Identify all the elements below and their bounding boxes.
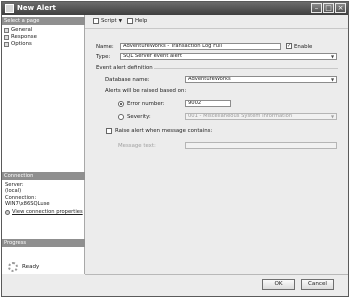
close-button[interactable]: × (335, 3, 346, 13)
progress-status: Ready (8, 262, 39, 272)
help-icon (127, 18, 133, 24)
error-number-radio[interactable] (118, 101, 124, 107)
connection-header: Connection (2, 172, 85, 180)
page-label: General (11, 27, 33, 33)
alert-app-icon (5, 4, 14, 13)
progress-header: Progress (2, 239, 85, 247)
type-label: Type: (96, 54, 111, 60)
severity-select[interactable]: 001 - Miscellaneous System Information ▼ (185, 113, 337, 120)
raised-based-on-label: Alerts will be raised based on: (105, 88, 187, 94)
script-icon (93, 18, 99, 24)
select-page-header: Select a page (2, 17, 85, 25)
ok-button[interactable]: OK (262, 279, 295, 290)
toolbar: Script ▼ Help (85, 15, 348, 29)
message-text-input[interactable] (185, 142, 337, 149)
new-alert-dialog: New Alert – □ × Select a page General Re… (1, 1, 349, 297)
severity-radio[interactable] (118, 114, 124, 120)
page-label: Options (11, 41, 32, 47)
name-input[interactable]: AdventureWorks - Transaction Log Full (120, 43, 281, 50)
name-label: Name: (96, 44, 114, 50)
link-label: View connection properties (12, 209, 83, 215)
severity-value: 001 - Miscellaneous System Information (188, 113, 293, 119)
help-label: Help (135, 18, 148, 24)
script-label: Script (101, 18, 117, 24)
progress-status-text: Ready (22, 264, 40, 270)
connection-value: WIN7\x86SQLuse (5, 201, 50, 207)
properties-icon (5, 209, 10, 215)
progress-spinner-icon (8, 262, 18, 272)
view-connection-properties-link[interactable]: View connection properties (5, 209, 83, 215)
chevron-down-icon: ▼ (330, 54, 335, 59)
page-label: Response (11, 34, 37, 40)
error-number-label: Error number: (127, 101, 165, 107)
help-button[interactable]: Help (127, 18, 147, 24)
page-item-general[interactable]: General (4, 27, 32, 33)
page-item-options[interactable]: Options (4, 41, 32, 47)
database-label: Database name: (105, 77, 150, 83)
left-panel: Select a page General Response Options C… (2, 15, 85, 274)
raise-alert-checkbox[interactable] (106, 128, 112, 134)
group-divider (154, 68, 338, 69)
type-value: SQL Server event alert (123, 53, 182, 59)
server-value: (local) (5, 188, 22, 194)
window-title: New Alert (17, 4, 56, 12)
enable-checkbox[interactable]: ✓ (286, 43, 292, 49)
footer-divider (85, 274, 348, 275)
title-bar: New Alert – □ × (2, 2, 348, 15)
database-select[interactable]: AdventureWorks ▼ (185, 76, 337, 83)
dropdown-arrow-icon: ▼ (118, 18, 123, 24)
page-icon (4, 41, 9, 47)
type-select[interactable]: SQL Server event alert ▼ (120, 53, 337, 60)
chevron-down-icon: ▼ (330, 114, 335, 119)
page-icon (4, 34, 9, 40)
chevron-down-icon: ▼ (330, 77, 335, 82)
minimize-button[interactable]: – (311, 3, 322, 13)
cancel-button[interactable]: Cancel (301, 279, 334, 290)
enable-label: Enable (294, 44, 313, 50)
page-item-response[interactable]: Response (4, 34, 37, 40)
event-definition-header: Event alert definition (96, 65, 153, 71)
script-button[interactable]: Script ▼ (93, 18, 122, 24)
error-number-input[interactable]: 9002 (185, 100, 231, 107)
message-text-label: Message text: (118, 143, 156, 149)
database-value: AdventureWorks (188, 76, 231, 82)
raise-alert-label: Raise alert when message contains: (115, 128, 213, 134)
maximize-button[interactable]: □ (323, 3, 334, 13)
severity-label: Severity: (127, 114, 151, 120)
page-icon (4, 27, 9, 33)
